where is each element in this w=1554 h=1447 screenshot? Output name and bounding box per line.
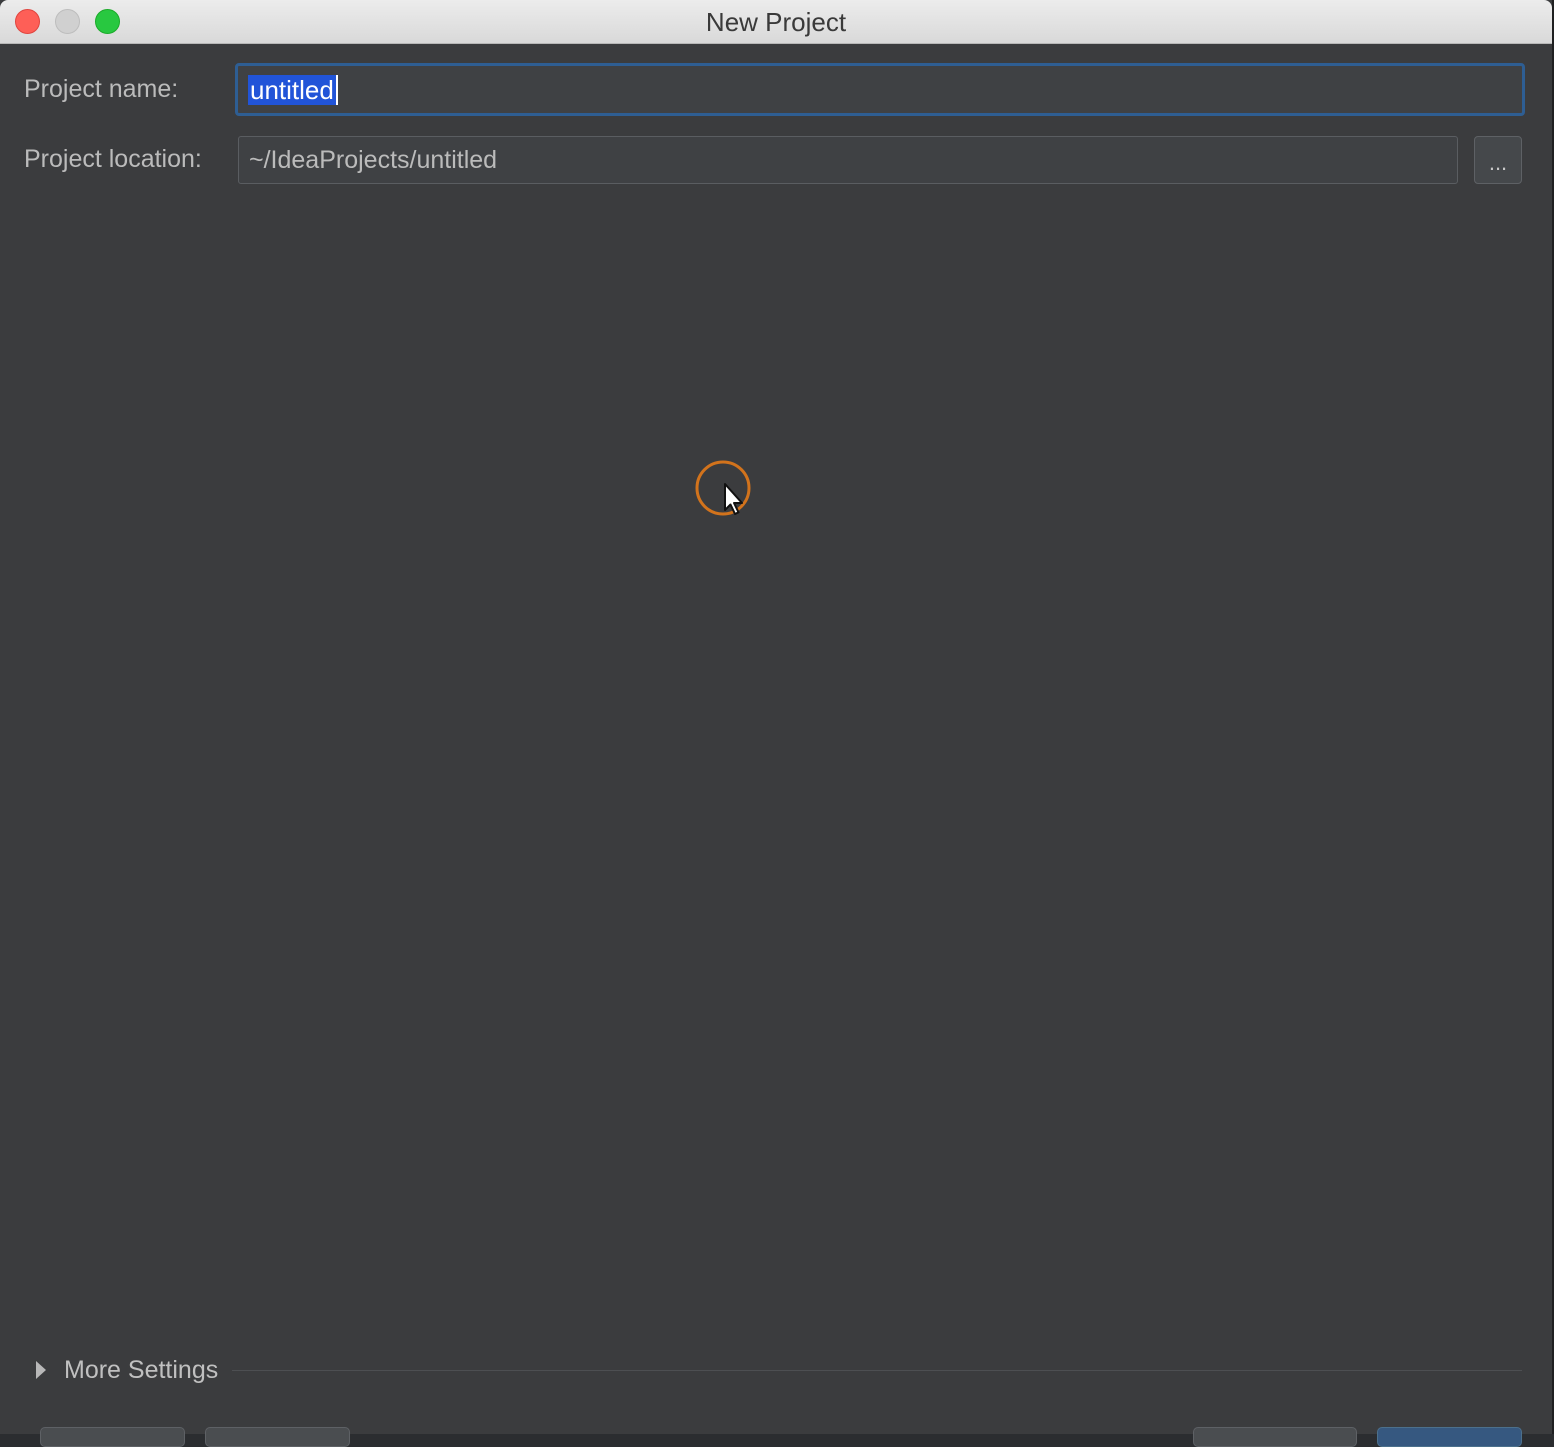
previous-button[interactable] bbox=[1193, 1427, 1357, 1447]
project-name-value: untitled bbox=[248, 75, 338, 105]
more-settings-toggle[interactable]: More Settings bbox=[30, 1352, 1522, 1390]
finish-button[interactable] bbox=[1377, 1427, 1522, 1447]
project-location-value: ~/IdeaProjects/untitled bbox=[249, 146, 498, 174]
browse-location-button[interactable]: ... bbox=[1474, 136, 1522, 184]
project-location-label: Project location: bbox=[24, 145, 202, 173]
project-name-input[interactable]: untitled bbox=[235, 63, 1525, 116]
more-settings-divider bbox=[232, 1370, 1522, 1371]
title-bar: New Project bbox=[0, 0, 1552, 44]
cancel-button[interactable] bbox=[205, 1427, 350, 1447]
window-title: New Project bbox=[705, 7, 847, 37]
mouse-pointer-icon bbox=[695, 460, 751, 516]
project-name-label: Project name: bbox=[24, 75, 179, 103]
help-button[interactable] bbox=[40, 1427, 185, 1447]
new-project-dialog: New Project Project name: untitled Proje… bbox=[0, 0, 1554, 1447]
expand-arrow-icon bbox=[36, 1361, 46, 1379]
more-settings-label: More Settings bbox=[64, 1356, 219, 1384]
project-location-input[interactable]: ~/IdeaProjects/untitled bbox=[238, 136, 1458, 184]
